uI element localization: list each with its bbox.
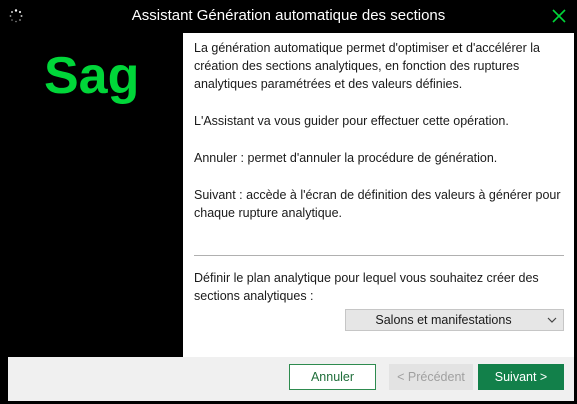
intro-paragraph: Annuler : permet d'annuler la procédure … [194,151,498,165]
chevron-down-icon [547,317,557,323]
window-title: Assistant Génération automatique des sec… [131,7,446,24]
intro-paragraph: Suivant : accède à l'écran de définition… [194,188,561,220]
branding-panel: Sage [8,33,183,357]
analytic-plan-select[interactable]: Salons et manifestations [345,309,564,331]
intro-text: La génération automatique permet d'optim… [194,39,566,222]
svg-text:Sage: Sage [44,49,136,105]
sage-logo: Sage [44,49,136,105]
next-button[interactable]: Suivant > [478,364,564,390]
wizard-body: Sage La génération automatique permet d'… [8,33,574,357]
analytic-plan-label: Définir le plan analytique pour lequel v… [194,271,539,303]
wizard-window: Assistant Génération automatique des sec… [0,0,577,404]
button-bar: Annuler < Précédent Suivant > [8,357,574,401]
divider [194,255,564,256]
intro-paragraph: L'Assistant va vous guider pour effectue… [194,114,509,128]
close-icon[interactable] [549,6,569,26]
cancel-button[interactable]: Annuler [289,364,376,390]
intro-paragraph: La génération automatique permet d'optim… [194,41,540,91]
previous-button[interactable]: < Précédent [389,364,473,390]
select-value: Salons et manifestations [375,313,512,327]
title-bar: Assistant Génération automatique des sec… [0,0,577,32]
